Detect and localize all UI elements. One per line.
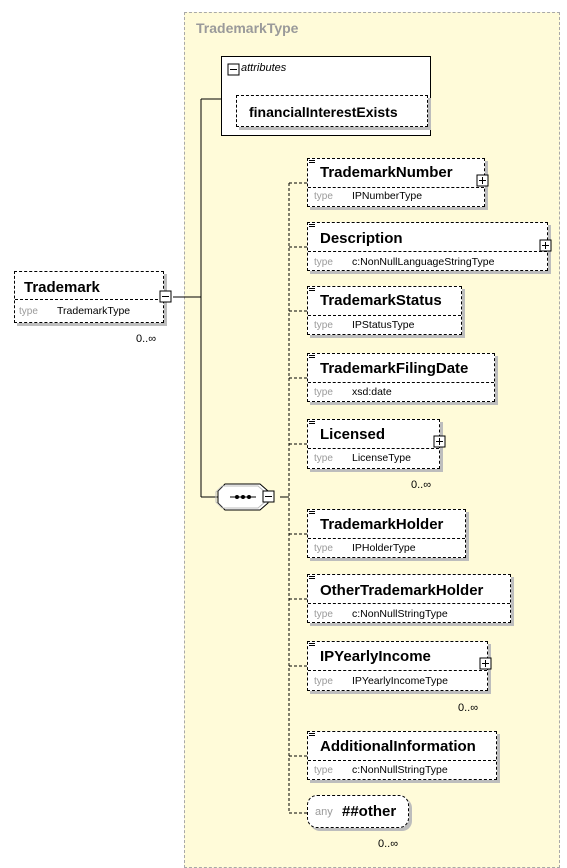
collapse-icon[interactable]: [159, 290, 172, 303]
collapse-icon[interactable]: [227, 63, 240, 76]
collapse-icon[interactable]: [262, 490, 275, 503]
expand-icon[interactable]: [479, 657, 492, 670]
expand-icon[interactable]: [476, 174, 489, 187]
expand-icon[interactable]: [539, 239, 552, 252]
element-marker-icon: [309, 160, 315, 736]
connector-lines: [159, 63, 552, 814]
expand-icon[interactable]: [433, 435, 446, 448]
sequence-compositor-icon[interactable]: [215, 483, 269, 511]
